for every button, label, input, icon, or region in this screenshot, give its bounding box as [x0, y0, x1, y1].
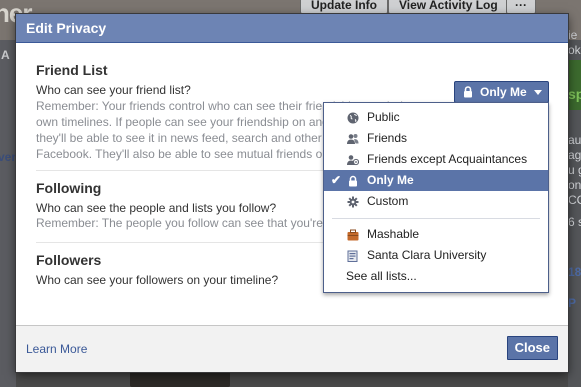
friend-list-remember-line: Remember: Your friends control who can s…	[36, 99, 407, 113]
privacy-selector-button[interactable]: Only Me	[454, 81, 549, 103]
view-activity-log-button[interactable]: View Activity Log	[388, 0, 509, 14]
right-ad-strip	[568, 60, 581, 110]
menu-item-friends-except-acquaintances[interactable]: Friends except Acquaintances	[324, 149, 548, 170]
more-button[interactable]: ···	[506, 0, 536, 14]
briefcase-icon	[347, 229, 359, 241]
menu-item-label: Only Me	[367, 173, 414, 187]
school-icon	[347, 250, 358, 262]
left-column	[0, 40, 16, 387]
menu-item-label: See all lists...	[346, 269, 417, 283]
left-fragment-link: ver	[0, 150, 17, 164]
menu-item-label: Custom	[367, 194, 409, 208]
followers-heading: Followers	[36, 252, 102, 268]
left-fragment: A	[1, 48, 10, 62]
right-fragment: ok.c	[568, 43, 581, 57]
menu-item-label: Friends except Acquaintances	[367, 152, 528, 166]
dialog-title: Edit Privacy	[16, 14, 568, 43]
friend-list-section: Friend List Who can see your friend list…	[36, 62, 407, 162]
right-fragment: 6 s	[568, 215, 581, 229]
edit-privacy-dialog: Edit Privacy Friend List Who can see you…	[16, 14, 568, 372]
friend-list-remember-line: own timelines. If people can see your fr…	[36, 115, 398, 129]
followers-section: Followers Who can see your followers on …	[36, 252, 336, 287]
right-fragment: sp	[568, 86, 581, 102]
following-heading: Following	[36, 180, 102, 196]
right-fragment: aus	[568, 133, 581, 147]
update-info-button[interactable]: Update Info	[300, 0, 388, 14]
menu-item-label: Friends	[367, 131, 408, 145]
following-remember-line: Remember: The people you follow can see …	[36, 216, 407, 230]
followers-question: Who can see your followers on your timel…	[36, 273, 279, 287]
gear-icon	[347, 196, 359, 208]
right-fragment: ons	[568, 178, 581, 192]
globe-icon	[347, 112, 359, 124]
right-fragment: CC	[568, 193, 581, 207]
menu-item-only-me[interactable]: ✔ Only Me	[324, 170, 548, 191]
menu-item-label: Public	[367, 110, 400, 124]
right-fragment: ag	[568, 148, 581, 162]
following-section: Following Who can see the people and lis…	[36, 180, 407, 231]
right-fragment: 18	[568, 265, 581, 279]
learn-more-link[interactable]: Learn More	[26, 342, 87, 356]
lock-icon	[464, 86, 472, 98]
menu-item-santa-clara-university[interactable]: Santa Clara University	[324, 245, 548, 266]
check-icon: ✔	[331, 173, 342, 187]
menu-item-mashable[interactable]: Mashable	[324, 224, 548, 245]
dialog-footer: Learn More Close	[16, 325, 568, 372]
menu-separator	[332, 218, 540, 219]
friend-list-remember-line: they'll be able to see it in news feed, …	[36, 131, 377, 145]
menu-item-label: Mashable	[367, 227, 420, 241]
right-fragment: ie	[568, 28, 578, 42]
menu-item-custom[interactable]: Custom	[324, 191, 548, 212]
friend-list-question: Who can see your friend list?	[36, 83, 191, 97]
menu-item-see-all-lists[interactable]: See all lists...	[324, 266, 548, 287]
close-button[interactable]: Close	[506, 336, 558, 360]
friends-except-icon	[347, 155, 359, 166]
lock-icon	[349, 175, 357, 187]
menu-item-label: Santa Clara University	[367, 248, 487, 262]
friend-list-heading: Friend List	[36, 62, 108, 78]
friend-list-remember-line: Facebook. They'll also be able to see mu…	[36, 147, 404, 161]
privacy-selector-label: Only Me	[480, 85, 527, 99]
right-fragment: u g	[568, 163, 581, 177]
following-question: Who can see the people and lists you fol…	[36, 201, 277, 215]
chevron-down-icon	[534, 90, 542, 95]
menu-item-public[interactable]: Public	[324, 107, 548, 128]
privacy-dropdown-menu: Public Friends Friends except Acquaintan…	[323, 102, 549, 293]
menu-item-friends[interactable]: Friends	[324, 128, 548, 149]
right-fragment: P	[568, 296, 577, 310]
friends-icon	[347, 134, 359, 144]
